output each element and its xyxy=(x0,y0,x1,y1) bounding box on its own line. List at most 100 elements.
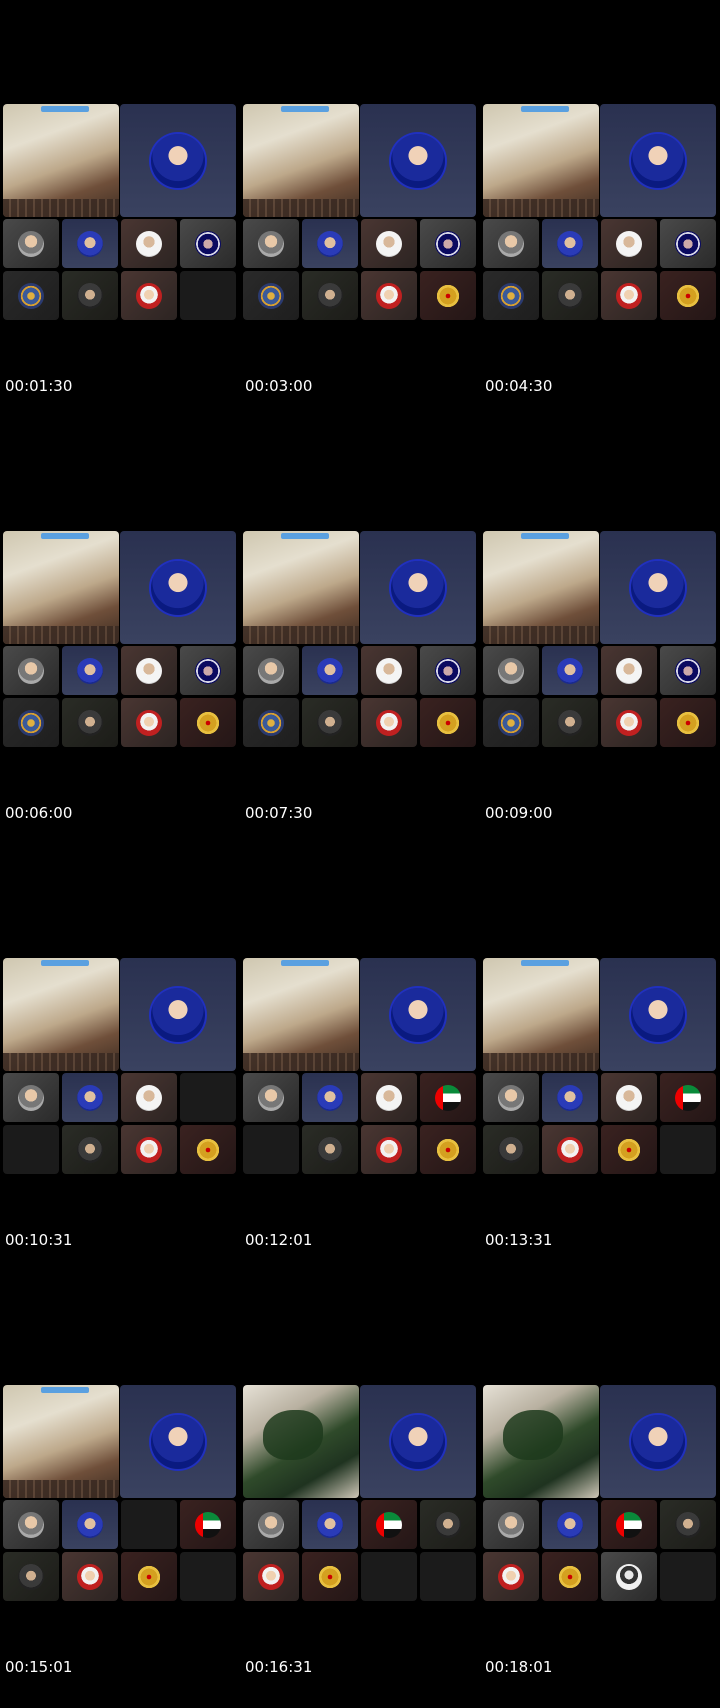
screen-share-tile[interactable] xyxy=(243,104,359,217)
participant-tile[interactable] xyxy=(542,698,598,747)
participant-tile[interactable] xyxy=(361,219,417,268)
participant-tile[interactable] xyxy=(243,1073,299,1122)
screen-share-tile[interactable] xyxy=(483,531,599,644)
participant-tile[interactable] xyxy=(542,1500,598,1549)
participant-tile[interactable] xyxy=(62,271,118,320)
participant-tile[interactable] xyxy=(660,1500,716,1549)
participant-tile[interactable] xyxy=(180,698,236,747)
participant-tile[interactable] xyxy=(660,698,716,747)
participant-tile[interactable] xyxy=(243,698,299,747)
host-video-tile[interactable] xyxy=(120,104,236,217)
participant-tile[interactable] xyxy=(420,219,476,268)
participant-tile[interactable] xyxy=(361,646,417,695)
participant-tile[interactable] xyxy=(420,1125,476,1174)
participant-tile[interactable] xyxy=(243,219,299,268)
participant-tile[interactable] xyxy=(542,271,598,320)
participant-tile[interactable] xyxy=(121,1073,177,1122)
participant-tile[interactable] xyxy=(3,1073,59,1122)
host-video-tile[interactable] xyxy=(360,104,476,217)
participant-tile[interactable] xyxy=(3,219,59,268)
participant-tile[interactable] xyxy=(302,1500,358,1549)
participant-tile[interactable] xyxy=(3,698,59,747)
participant-tile[interactable] xyxy=(3,1500,59,1549)
screen-share-tile[interactable] xyxy=(3,104,119,217)
participant-tile[interactable] xyxy=(243,271,299,320)
participant-tile[interactable] xyxy=(420,1073,476,1122)
participant-tile[interactable] xyxy=(3,1552,59,1601)
participant-tile[interactable] xyxy=(542,1125,598,1174)
participant-tile[interactable] xyxy=(302,698,358,747)
participant-tile[interactable] xyxy=(121,1552,177,1601)
participant-tile[interactable] xyxy=(180,1500,236,1549)
participant-tile[interactable] xyxy=(483,219,539,268)
screen-share-tile[interactable] xyxy=(3,531,119,644)
participant-tile[interactable] xyxy=(121,219,177,268)
participant-tile[interactable] xyxy=(302,219,358,268)
screen-share-tile[interactable] xyxy=(243,531,359,644)
participant-tile[interactable] xyxy=(601,271,657,320)
participant-tile[interactable] xyxy=(542,1552,598,1601)
participant-tile[interactable] xyxy=(180,219,236,268)
participant-tile[interactable] xyxy=(601,1500,657,1549)
screen-share-tile[interactable] xyxy=(483,1385,599,1498)
participant-tile[interactable] xyxy=(601,698,657,747)
participant-tile[interactable] xyxy=(601,219,657,268)
host-video-tile[interactable] xyxy=(600,531,716,644)
participant-tile[interactable] xyxy=(660,271,716,320)
host-video-tile[interactable] xyxy=(120,1385,236,1498)
screen-share-tile[interactable] xyxy=(483,958,599,1071)
participant-tile[interactable] xyxy=(542,646,598,695)
participant-tile[interactable] xyxy=(302,1125,358,1174)
participant-tile[interactable] xyxy=(243,1500,299,1549)
participant-tile[interactable] xyxy=(542,1073,598,1122)
host-video-tile[interactable] xyxy=(120,958,236,1071)
participant-tile[interactable] xyxy=(660,219,716,268)
participant-tile[interactable] xyxy=(121,1125,177,1174)
host-video-tile[interactable] xyxy=(120,531,236,644)
participant-tile[interactable] xyxy=(302,1073,358,1122)
participant-tile[interactable] xyxy=(483,1552,539,1601)
participant-tile[interactable] xyxy=(121,698,177,747)
participant-tile[interactable] xyxy=(361,698,417,747)
participant-tile[interactable] xyxy=(601,1552,657,1601)
participant-tile[interactable] xyxy=(483,1500,539,1549)
participant-tile[interactable] xyxy=(62,1073,118,1122)
participant-tile[interactable] xyxy=(420,271,476,320)
screen-share-tile[interactable] xyxy=(3,958,119,1071)
screen-share-tile[interactable] xyxy=(243,1385,359,1498)
participant-tile[interactable] xyxy=(483,1125,539,1174)
screen-share-tile[interactable] xyxy=(483,104,599,217)
participant-tile[interactable] xyxy=(420,1500,476,1549)
participant-tile[interactable] xyxy=(302,271,358,320)
screen-share-tile[interactable] xyxy=(243,958,359,1071)
host-video-tile[interactable] xyxy=(360,531,476,644)
participant-tile[interactable] xyxy=(361,271,417,320)
screen-share-tile[interactable] xyxy=(3,1385,119,1498)
participant-tile[interactable] xyxy=(302,1552,358,1601)
participant-tile[interactable] xyxy=(601,1125,657,1174)
participant-tile[interactable] xyxy=(483,646,539,695)
participant-tile[interactable] xyxy=(3,646,59,695)
participant-tile[interactable] xyxy=(3,271,59,320)
participant-tile[interactable] xyxy=(420,698,476,747)
participant-tile[interactable] xyxy=(542,219,598,268)
participant-tile[interactable] xyxy=(601,1073,657,1122)
participant-tile[interactable] xyxy=(243,646,299,695)
participant-tile[interactable] xyxy=(361,1500,417,1549)
participant-tile[interactable] xyxy=(121,646,177,695)
participant-tile[interactable] xyxy=(62,1500,118,1549)
participant-tile[interactable] xyxy=(62,219,118,268)
participant-tile[interactable] xyxy=(62,646,118,695)
participant-tile[interactable] xyxy=(660,646,716,695)
host-video-tile[interactable] xyxy=(360,958,476,1071)
host-video-tile[interactable] xyxy=(600,1385,716,1498)
participant-tile[interactable] xyxy=(361,1125,417,1174)
host-video-tile[interactable] xyxy=(600,104,716,217)
participant-tile[interactable] xyxy=(62,698,118,747)
participant-tile[interactable] xyxy=(601,646,657,695)
participant-tile[interactable] xyxy=(62,1125,118,1174)
host-video-tile[interactable] xyxy=(360,1385,476,1498)
participant-tile[interactable] xyxy=(483,1073,539,1122)
participant-tile[interactable] xyxy=(660,1073,716,1122)
participant-tile[interactable] xyxy=(180,646,236,695)
